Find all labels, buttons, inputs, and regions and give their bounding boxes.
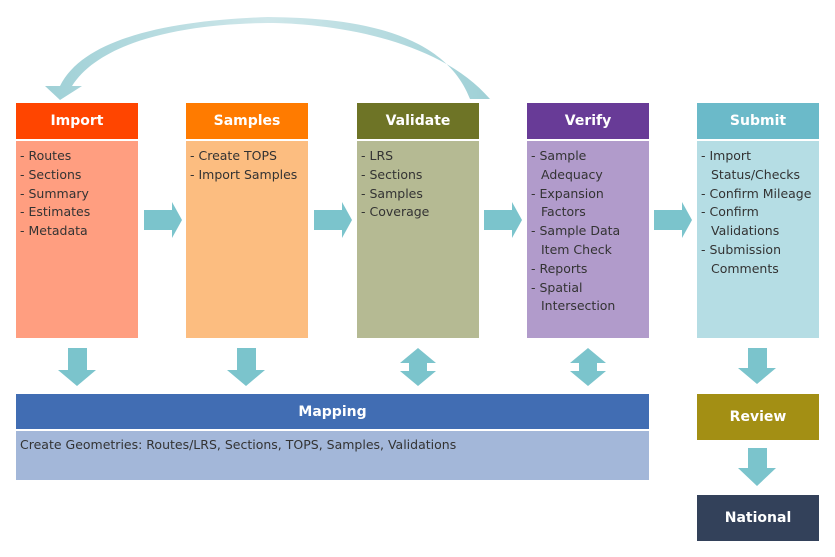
list-item: Routes	[20, 147, 138, 166]
review-box: Review	[697, 394, 819, 440]
list-item: Confirm Mileage	[701, 185, 819, 204]
arrow-import-to-samples	[144, 202, 182, 238]
stage-validate-body: LRS Sections Samples Coverage	[357, 141, 479, 338]
stage-verify-body: Sample Adequacy Expansion Factors Sample…	[527, 141, 649, 338]
stage-submit-list: Import Status/Checks Confirm Mileage Con…	[697, 141, 819, 279]
stage-import: Import Routes Sections Summary Estimates…	[16, 103, 138, 338]
stage-import-list: Routes Sections Summary Estimates Metada…	[16, 141, 138, 241]
arrow-samples-to-validate	[314, 202, 352, 238]
arrow-validate-to-verify	[484, 202, 522, 238]
stage-samples-list: Create TOPS Import Samples	[186, 141, 308, 185]
list-item: Metadata	[20, 222, 138, 241]
list-item: Sections	[361, 166, 479, 185]
mapping-box: Mapping Create Geometries: Routes/LRS, S…	[16, 394, 649, 480]
stage-samples-header: Samples	[186, 103, 308, 140]
stage-import-header: Import	[16, 103, 138, 140]
list-item: Coverage	[361, 203, 479, 222]
stage-import-body: Routes Sections Summary Estimates Metada…	[16, 141, 138, 338]
mapping-header: Mapping	[16, 394, 649, 430]
list-item: Samples	[361, 185, 479, 204]
stage-submit-header: Submit	[697, 103, 819, 140]
list-item: Import Status/Checks	[701, 147, 819, 185]
list-item: Expansion Factors	[531, 185, 649, 223]
list-item: Reports	[531, 260, 649, 279]
arrow-samples-to-mapping	[227, 348, 265, 386]
list-item: Confirm Validations	[701, 203, 819, 241]
arrow-validate-mapping-bidirectional	[400, 348, 436, 386]
arrow-verify-mapping-bidirectional	[570, 348, 606, 386]
list-item: Sections	[20, 166, 138, 185]
list-item: Sample Data Item Check	[531, 222, 649, 260]
arrow-submit-to-review	[738, 348, 776, 384]
stage-validate: Validate LRS Sections Samples Coverage	[357, 103, 479, 338]
list-item: Import Samples	[190, 166, 308, 185]
list-item: Create TOPS	[190, 147, 308, 166]
arrow-review-to-national	[738, 448, 776, 486]
stage-verify-header: Verify	[527, 103, 649, 140]
mapping-description: Create Geometries: Routes/LRS, Sections,…	[20, 437, 457, 452]
list-item: Submission Comments	[701, 241, 819, 279]
stage-samples: Samples Create TOPS Import Samples	[186, 103, 308, 338]
stage-submit-body: Import Status/Checks Confirm Mileage Con…	[697, 141, 819, 338]
list-item: Sample Adequacy	[531, 147, 649, 185]
stage-verify-list: Sample Adequacy Expansion Factors Sample…	[527, 141, 649, 316]
arrow-import-to-mapping	[58, 348, 96, 386]
list-item: Estimates	[20, 203, 138, 222]
arrow-verify-to-submit	[654, 202, 692, 238]
list-item: Spatial Intersection	[531, 279, 649, 317]
list-item: LRS	[361, 147, 479, 166]
stage-verify: Verify Sample Adequacy Expansion Factors…	[527, 103, 649, 338]
stage-validate-list: LRS Sections Samples Coverage	[357, 141, 479, 222]
stage-samples-body: Create TOPS Import Samples	[186, 141, 308, 338]
feedback-curved-arrow	[45, 17, 490, 100]
list-item: Summary	[20, 185, 138, 204]
stage-submit: Submit Import Status/Checks Confirm Mile…	[697, 103, 819, 338]
mapping-body: Create Geometries: Routes/LRS, Sections,…	[16, 431, 649, 480]
national-box: National	[697, 495, 819, 541]
stage-validate-header: Validate	[357, 103, 479, 140]
